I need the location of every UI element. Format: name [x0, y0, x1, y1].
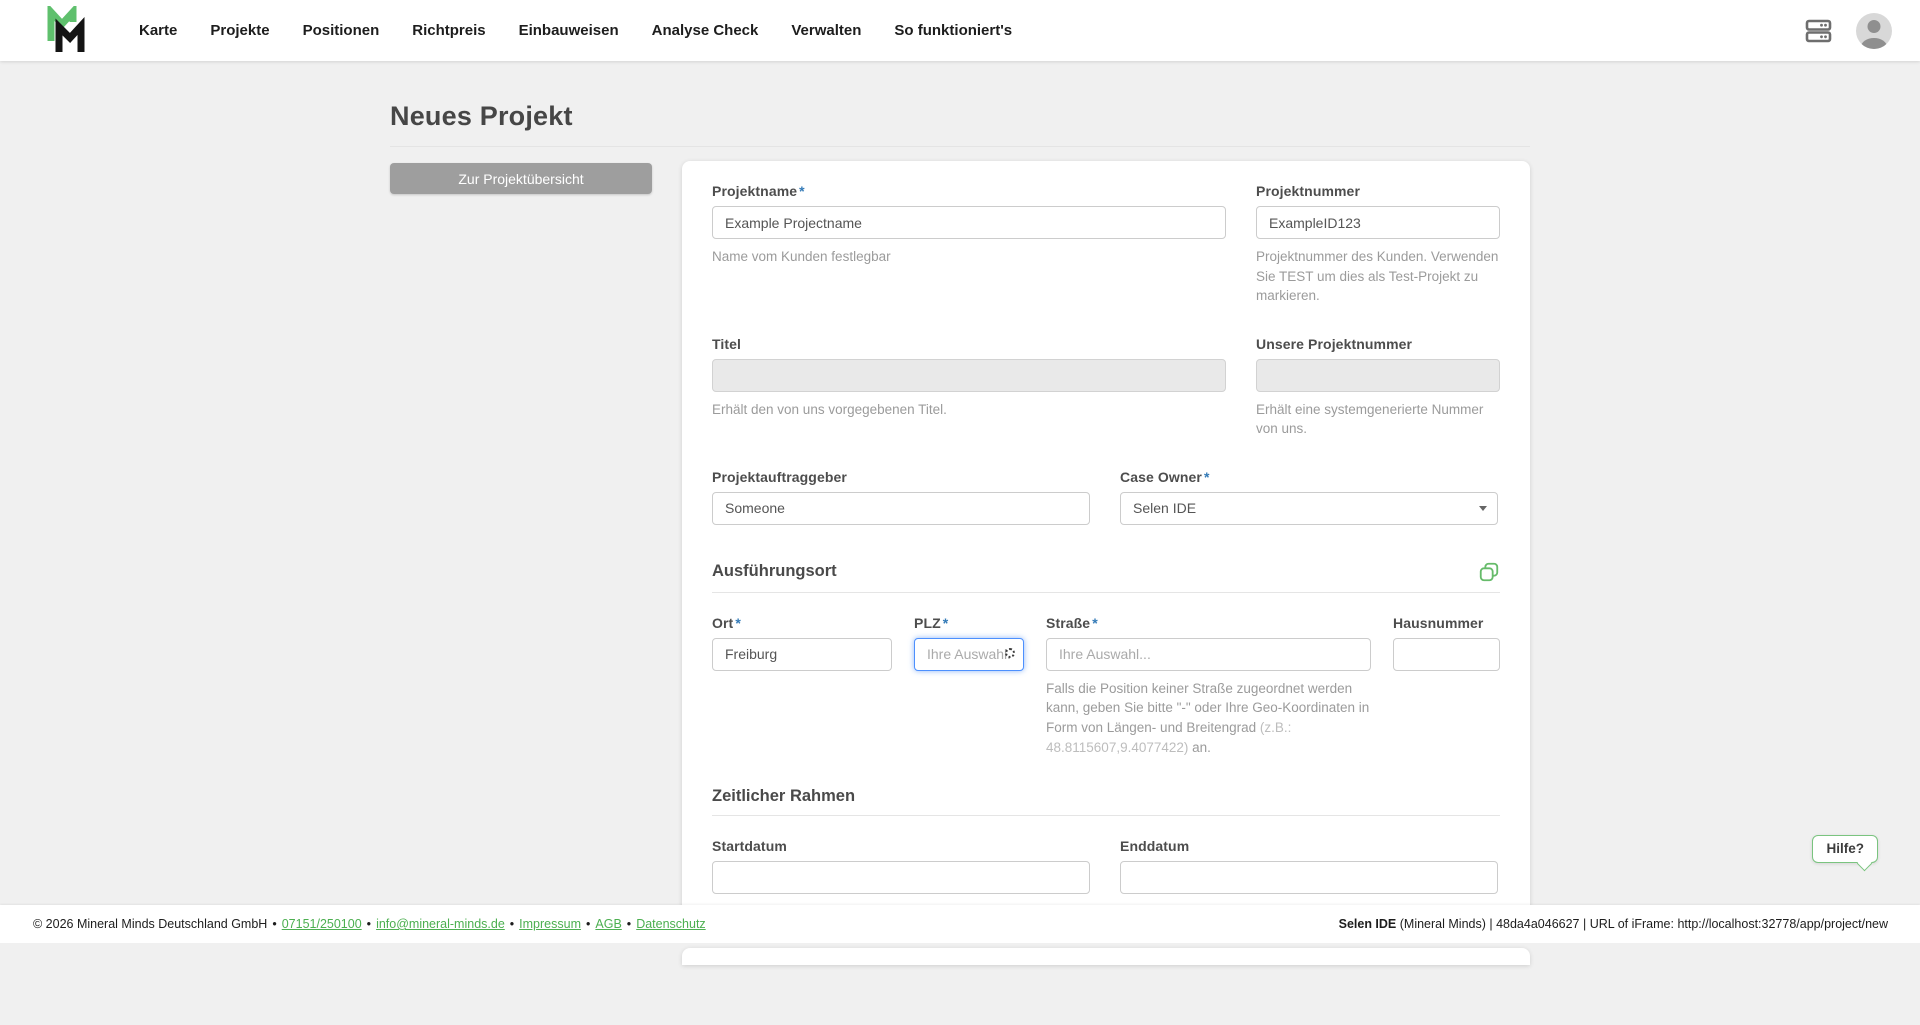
startdatum-label: Startdatum: [712, 838, 1090, 854]
projektnummer-helper: Projektnummer des Kunden. Verwenden Sie …: [1256, 247, 1500, 306]
strasse-helper: Falls die Position keiner Straße zugeord…: [1046, 679, 1371, 757]
case-owner-label: Case Owner*: [1120, 469, 1498, 485]
projektname-input[interactable]: [712, 206, 1226, 239]
field-enddatum: Enddatum: [1120, 838, 1498, 894]
plz-input[interactable]: [914, 638, 1024, 671]
nav-item-verwalten[interactable]: Verwalten: [791, 22, 861, 39]
strasse-label: Straße*: [1046, 615, 1371, 631]
nav-item-analyse-check[interactable]: Analyse Check: [652, 22, 759, 39]
ort-input[interactable]: [712, 638, 892, 671]
help-button[interactable]: Hilfe?: [1812, 835, 1878, 863]
nav-item-projekte[interactable]: Projekte: [210, 22, 269, 39]
startdatum-input[interactable]: [712, 861, 1090, 894]
field-case-owner: Case Owner*: [1120, 469, 1498, 525]
title-divider: [390, 146, 1530, 147]
ausfuehrungsort-divider: [712, 592, 1500, 593]
required-marker: *: [799, 183, 805, 199]
nav-item-positionen[interactable]: Positionen: [303, 22, 380, 39]
footer-session-info: Selen IDE (Mineral Minds) | 48da4a046627…: [1339, 917, 1888, 931]
left-column: Zur Projektübersicht: [390, 161, 652, 194]
projektname-helper: Name vom Kunden festlegbar: [712, 247, 1226, 267]
field-projektname: Projektname* Name vom Kunden festlegbar: [712, 183, 1226, 306]
session-user: Selen IDE: [1339, 917, 1397, 931]
strasse-input[interactable]: [1046, 638, 1371, 671]
form-column: Projektname* Name vom Kunden festlegbar …: [682, 161, 1530, 965]
hausnummer-input[interactable]: [1393, 638, 1500, 671]
enddatum-label: Enddatum: [1120, 838, 1498, 854]
nav-item-richtpreis[interactable]: Richtpreis: [412, 22, 485, 39]
main-navigation: Karte Projekte Positionen Richtpreis Ein…: [139, 22, 1012, 39]
project-form-card: Projektname* Name vom Kunden festlegbar …: [682, 161, 1530, 930]
nav-item-so-funktionierts[interactable]: So funktioniert's: [894, 22, 1012, 39]
projektnummer-label: Projektnummer: [1256, 183, 1500, 199]
zeitlicher-rahmen-heading: Zeitlicher Rahmen: [712, 787, 855, 806]
required-marker: *: [735, 615, 741, 631]
field-startdatum: Startdatum: [712, 838, 1090, 894]
field-plz: PLZ*: [914, 615, 1024, 757]
user-avatar-icon[interactable]: [1856, 13, 1892, 49]
session-detail: (Mineral Minds) | 48da4a046627 | URL of …: [1396, 917, 1888, 931]
enddatum-input[interactable]: [1120, 861, 1498, 894]
field-projektnummer: Projektnummer Projektnummer des Kunden. …: [1256, 183, 1500, 306]
projektname-label: Projektname*: [712, 183, 1226, 199]
page-content: Neues Projekt Zur Projektübersicht Proje…: [390, 61, 1530, 1025]
field-strasse: Straße* Falls die Position keiner Straße…: [1046, 615, 1371, 757]
plz-label: PLZ*: [914, 615, 1024, 631]
ausfuehrungsort-heading: Ausführungsort: [712, 562, 837, 581]
server-icon[interactable]: [1805, 19, 1832, 43]
mineral-minds-logo-icon[interactable]: [45, 6, 91, 56]
projektauftraggeber-input[interactable]: [712, 492, 1090, 525]
field-unsere-projektnummer: Unsere Projektnummer Erhält eine systemg…: [1256, 336, 1500, 439]
projektnummer-input[interactable]: [1256, 206, 1500, 239]
titel-label: Titel: [712, 336, 1226, 352]
case-owner-select[interactable]: [1120, 492, 1498, 525]
required-marker: *: [1092, 615, 1098, 631]
unsere-projektnummer-input: [1256, 359, 1500, 392]
footer-link-email[interactable]: info@mineral-minds.de: [376, 917, 505, 931]
unsere-projektnummer-helper: Erhält eine systemgenerierte Nummer von …: [1256, 400, 1500, 439]
titel-helper: Erhält den von uns vorgegebenen Titel.: [712, 400, 1226, 420]
field-titel: Titel Erhält den von uns vorgegebenen Ti…: [712, 336, 1226, 439]
unsere-projektnummer-label: Unsere Projektnummer: [1256, 336, 1500, 352]
footer-link-phone[interactable]: 07151/250100: [282, 917, 362, 931]
next-card-preview: [682, 948, 1530, 965]
page-footer: © 2026 Mineral Minds Deutschland GmbH•07…: [0, 905, 1920, 943]
zeitlicher-rahmen-divider: [712, 815, 1500, 816]
footer-legal: © 2026 Mineral Minds Deutschland GmbH•07…: [33, 917, 706, 931]
top-navbar: Karte Projekte Positionen Richtpreis Ein…: [0, 0, 1920, 61]
nav-item-karte[interactable]: Karte: [139, 22, 177, 39]
footer-link-impressum[interactable]: Impressum: [519, 917, 581, 931]
ort-label: Ort*: [712, 615, 892, 631]
required-marker: *: [943, 615, 949, 631]
field-projektauftraggeber: Projektauftraggeber: [712, 469, 1090, 525]
navbar-right: [1805, 13, 1892, 49]
copyright-text: © 2026 Mineral Minds Deutschland GmbH: [33, 917, 267, 931]
required-marker: *: [1204, 469, 1210, 485]
nav-item-einbauweisen[interactable]: Einbauweisen: [519, 22, 619, 39]
hausnummer-label: Hausnummer: [1393, 615, 1500, 631]
copy-icon[interactable]: [1478, 561, 1500, 583]
footer-link-agb[interactable]: AGB: [595, 917, 621, 931]
case-owner-value[interactable]: [1120, 492, 1498, 525]
project-overview-button[interactable]: Zur Projektübersicht: [390, 163, 652, 194]
field-ort: Ort*: [712, 615, 892, 757]
page-title: Neues Projekt: [390, 101, 1530, 132]
projektauftraggeber-label: Projektauftraggeber: [712, 469, 1090, 485]
field-hausnummer: Hausnummer: [1393, 615, 1500, 757]
titel-input: [712, 359, 1226, 392]
footer-link-datenschutz[interactable]: Datenschutz: [636, 917, 705, 931]
